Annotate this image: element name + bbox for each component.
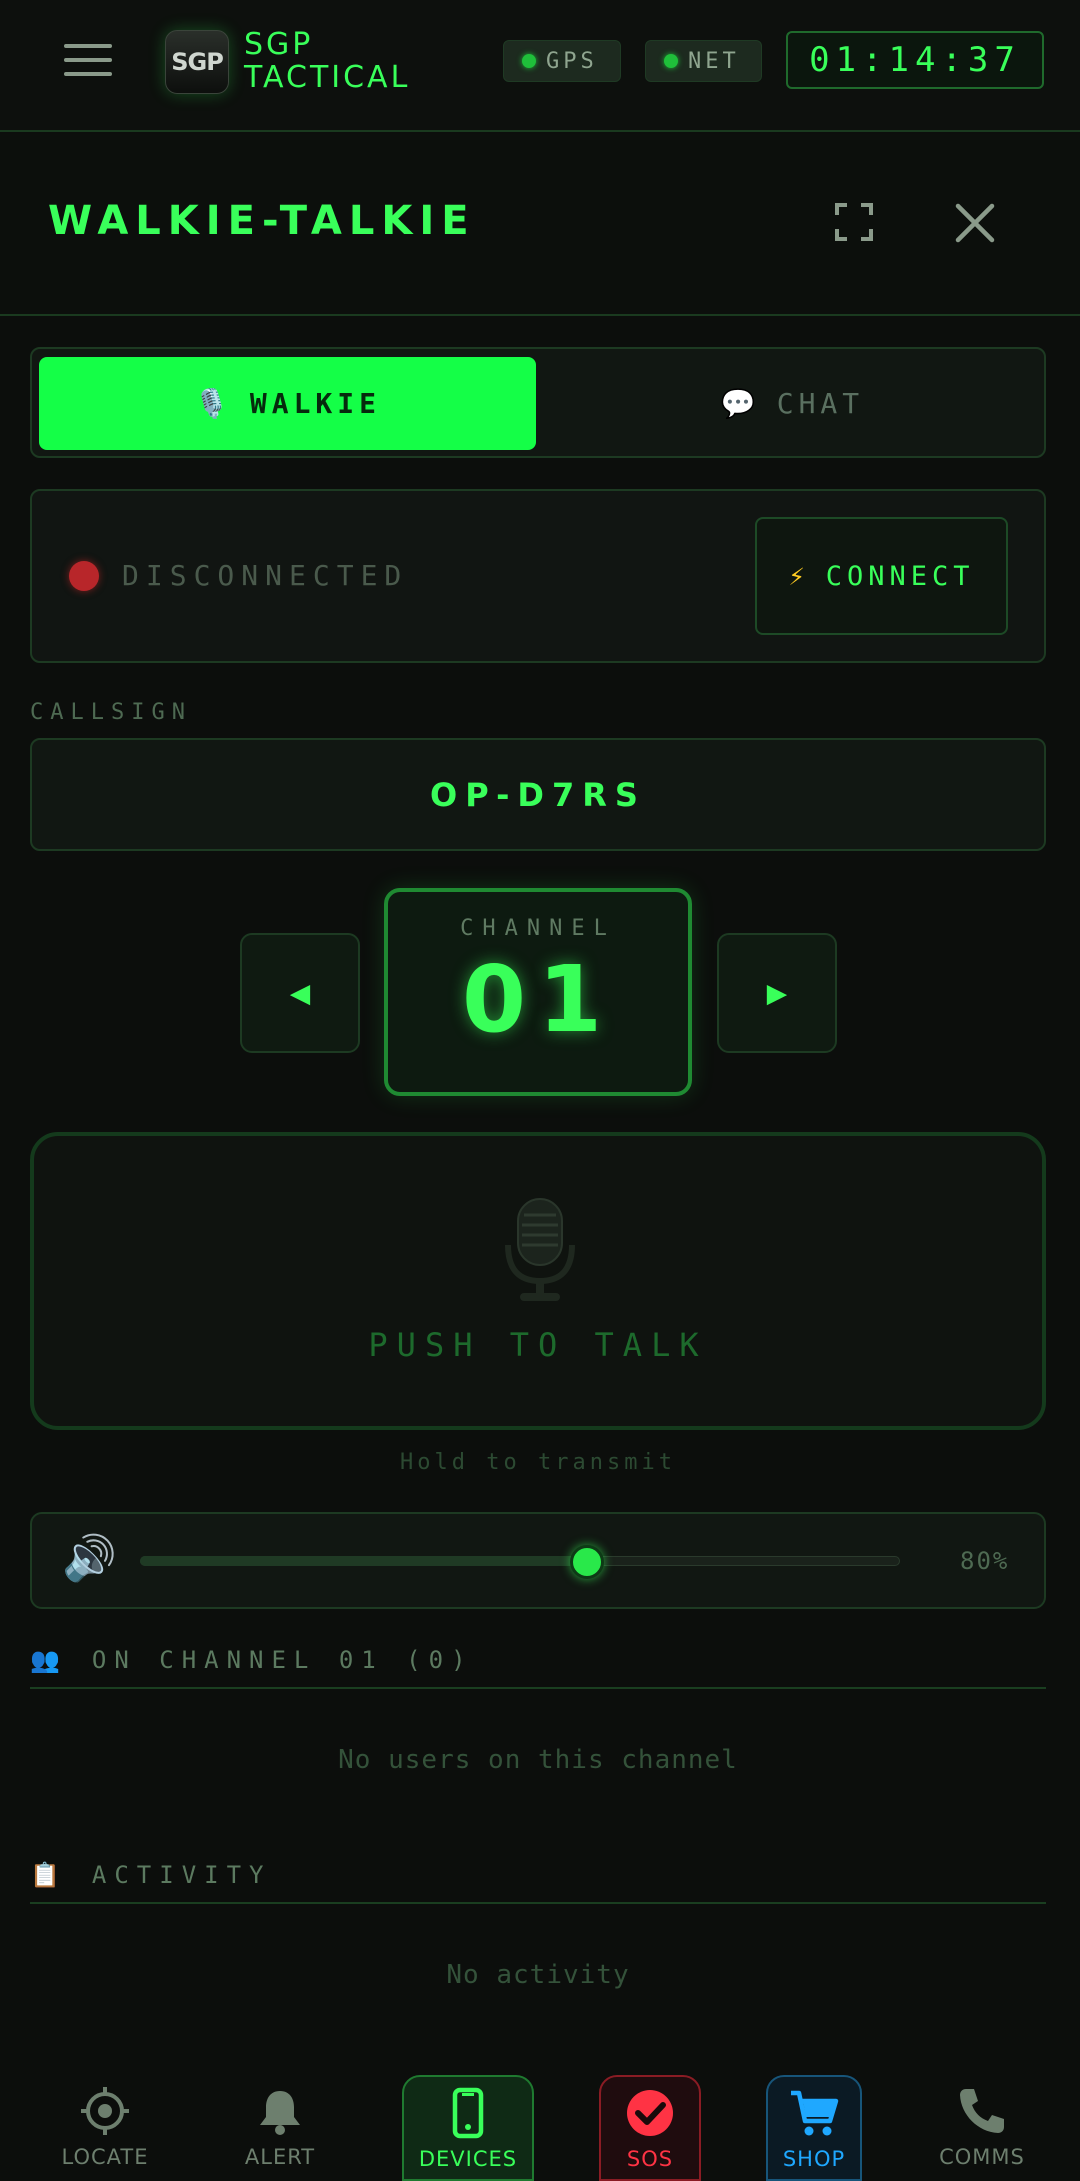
channel-users-empty: No users on this channel [338, 1745, 738, 1775]
callsign-field[interactable]: OP-D7RS [30, 738, 1046, 851]
nav-shop[interactable]: SHOP [766, 2075, 862, 2181]
volume-value: 80% [960, 1547, 1010, 1575]
crosshair-icon [81, 2087, 129, 2135]
nav-alert-label: ALERT [244, 2145, 316, 2169]
users-icon: 👥 [30, 1646, 68, 1674]
activity-heading-text: ACTIVITY [91, 1861, 272, 1889]
tab-chat[interactable]: 💬 CHAT [545, 357, 1040, 450]
push-to-talk-hint: Hold to transmit [400, 1450, 676, 1475]
divider [30, 1902, 1046, 1904]
brand-line-1: SGP [244, 27, 314, 62]
gps-indicator: GPS [503, 40, 621, 82]
phone-device-icon [452, 2087, 484, 2139]
connect-button-label: CONNECT [825, 560, 975, 592]
divider [30, 1687, 1046, 1689]
channel-label: CHANNEL [460, 916, 616, 941]
arrow-left-icon: ◀ [289, 973, 311, 1013]
studio-microphone-icon [505, 1198, 575, 1301]
nav-locate-label: LOCATE [61, 2145, 149, 2169]
nav-comms-label: COMMS [939, 2145, 1025, 2169]
logo-text: SGP [171, 48, 224, 76]
brand-line-2: TACTICAL [244, 60, 411, 95]
channel-prev-button[interactable]: ◀ [240, 933, 360, 1053]
volume-slider-fill [140, 1556, 587, 1566]
connect-button[interactable]: ⚡ CONNECT [755, 517, 1008, 635]
channel-users-heading-text: ON CHANNEL 01 (0) [91, 1646, 474, 1674]
check-circle-icon [627, 2090, 673, 2136]
channel-number: 01 [461, 946, 615, 1053]
volume-slider-knob[interactable] [569, 1545, 604, 1579]
net-indicator: NET [645, 40, 762, 82]
nav-alert[interactable]: ALERT [230, 2075, 330, 2181]
connection-status-dot [69, 561, 99, 591]
app-logo: SGP [165, 30, 229, 94]
brand-name: SGP TACTICAL [244, 28, 444, 94]
nav-comms[interactable]: COMMS [930, 2075, 1034, 2181]
bell-icon [260, 2091, 300, 2135]
tab-chat-label: CHAT [776, 387, 865, 420]
net-status-dot [664, 54, 678, 68]
nav-shop-label: SHOP [782, 2147, 846, 2171]
clipboard-icon: 📋 [30, 1861, 68, 1889]
activity-empty: No activity [446, 1960, 630, 1990]
gps-label: GPS [546, 48, 598, 74]
push-to-talk-label: PUSH TO TALK [368, 1326, 708, 1364]
nav-sos[interactable]: SOS [599, 2075, 701, 2181]
tab-walkie-label: WALKIE [249, 387, 382, 420]
close-icon[interactable] [952, 200, 998, 246]
arrow-right-icon: ▶ [766, 973, 788, 1013]
net-label: NET [688, 48, 740, 74]
chat-bubble-icon: 💬 [720, 387, 761, 420]
connection-status-text: DISCONNECTED [122, 559, 409, 592]
lightning-icon: ⚡ [788, 560, 810, 592]
clock-display: 01:14:37 [786, 31, 1044, 89]
nav-devices[interactable]: DEVICES [402, 2075, 534, 2181]
speaker-icon: 🔊 [62, 1533, 117, 1584]
gps-status-dot [522, 54, 536, 68]
activity-heading: 📋 ACTIVITY [30, 1861, 271, 1889]
phone-icon [960, 2089, 1004, 2133]
shopping-cart-icon [791, 2090, 839, 2136]
microphone-icon: 🎙️ [193, 387, 234, 420]
nav-devices-label: DEVICES [418, 2147, 518, 2171]
bottom-nav [0, 2058, 1080, 2181]
channel-next-button[interactable]: ▶ [717, 933, 837, 1053]
menu-icon[interactable] [64, 42, 112, 78]
nav-sos-label: SOS [626, 2147, 674, 2171]
fullscreen-icon[interactable] [834, 202, 874, 242]
nav-locate[interactable]: LOCATE [50, 2075, 160, 2181]
page-title: WALKIE-TALKIE [48, 198, 476, 244]
channel-users-heading: 👥 ON CHANNEL 01 (0) [30, 1646, 474, 1674]
tab-walkie[interactable]: 🎙️ WALKIE [39, 357, 536, 450]
callsign-label: CALLSIGN [30, 700, 192, 725]
